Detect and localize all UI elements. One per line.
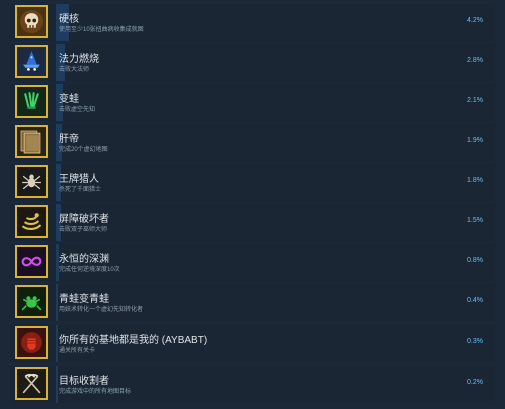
achievement-row[interactable]: 永恒的深渊 完成任何逆境深度10次 0.8% bbox=[10, 244, 495, 281]
unlock-percentage: 0.8% bbox=[467, 257, 483, 264]
achievement-description: 使用至少10张扭曲病收集成就图 bbox=[59, 27, 144, 33]
achievement-description: 击败虚空先知 bbox=[59, 107, 96, 113]
achievement-title: 屏障破坏者 bbox=[59, 214, 109, 225]
unlock-percentage: 2.8% bbox=[467, 57, 483, 64]
achievement-row[interactable]: 硬核 使用至少10张扭曲病收集成就图 4.2% bbox=[10, 4, 495, 41]
stacked-cards-icon bbox=[15, 125, 48, 158]
achievement-description: 通关所有关卡 bbox=[59, 348, 96, 354]
achievement-list: 硬核 使用至少10张扭曲病收集成就图 4.2% 法力燃烧 击败大法师 2.8% … bbox=[0, 0, 505, 409]
achievement-description: 击败双子巫师大师 bbox=[59, 227, 108, 233]
spider-icon bbox=[15, 165, 48, 198]
achievement-description: 完成游戏中的所有地图目标 bbox=[59, 389, 132, 395]
unlock-percentage: 4.2% bbox=[467, 17, 483, 24]
achievement-description: 击败大法师 bbox=[59, 67, 90, 73]
achievement-row[interactable]: 变蛙 击败虚空先知 2.1% bbox=[10, 84, 495, 121]
rope-coil-icon bbox=[15, 205, 48, 238]
achievement-title: 法力燃烧 bbox=[59, 54, 99, 65]
achievement-title: 永恒的深渊 bbox=[59, 254, 109, 265]
achievement-description: 用妖术转化一个虚幻先知转化者 bbox=[59, 307, 144, 313]
achievement-title: 王牌猎人 bbox=[59, 174, 99, 185]
achievement-description: 杀死了千面猎士 bbox=[59, 187, 102, 193]
achievement-title: 你所有的基地都是我的 (AYBABT) bbox=[59, 335, 208, 346]
unlock-percentage: 1.8% bbox=[467, 177, 483, 184]
unlock-percentage: 2.1% bbox=[467, 97, 483, 104]
achievement-row[interactable]: 目标收割者 完成游戏中的所有地图目标 0.2% bbox=[10, 366, 495, 403]
achievement-title: 肝帝 bbox=[59, 134, 79, 145]
achievement-row[interactable]: 你所有的基地都是我的 (AYBABT) 通关所有关卡 0.3% bbox=[10, 325, 495, 362]
achievement-description: 完成任何逆境深度10次 bbox=[59, 267, 120, 273]
achievement-title: 硬核 bbox=[59, 14, 79, 25]
unlock-percentage: 1.9% bbox=[467, 137, 483, 144]
achievement-row[interactable]: 王牌猎人 杀死了千面猎士 1.8% bbox=[10, 164, 495, 201]
achievement-row[interactable]: 肝帝 完成20个虚幻地图 1.9% bbox=[10, 124, 495, 161]
unlock-percentage: 0.2% bbox=[467, 379, 483, 386]
crossed-scythes-icon bbox=[15, 367, 48, 400]
claw-icon bbox=[15, 85, 48, 118]
unlock-percentage: 0.3% bbox=[467, 338, 483, 345]
unlock-percentage: 1.5% bbox=[467, 217, 483, 224]
wizard-hat-icon bbox=[15, 45, 48, 78]
achievement-title: 目标收割者 bbox=[59, 376, 109, 387]
achievement-title: 青蛙变青蛙 bbox=[59, 294, 109, 305]
red-fist-icon bbox=[15, 326, 48, 359]
rarity-bar bbox=[56, 284, 58, 321]
achievement-row[interactable]: 法力燃烧 击败大法师 2.8% bbox=[10, 44, 495, 81]
achievement-row[interactable]: 屏障破坏者 击败双子巫师大师 1.5% bbox=[10, 204, 495, 241]
achievement-title: 变蛙 bbox=[59, 94, 79, 105]
infinity-icon bbox=[15, 245, 48, 278]
achievement-row[interactable]: 青蛙变青蛙 用妖术转化一个虚幻先知转化者 0.4% bbox=[10, 284, 495, 321]
rarity-bar bbox=[56, 325, 58, 362]
achievement-description: 完成20个虚幻地图 bbox=[59, 147, 108, 153]
frog-icon bbox=[15, 285, 48, 318]
skull-icon bbox=[15, 5, 48, 38]
unlock-percentage: 0.4% bbox=[467, 297, 483, 304]
rarity-bar bbox=[56, 366, 58, 403]
